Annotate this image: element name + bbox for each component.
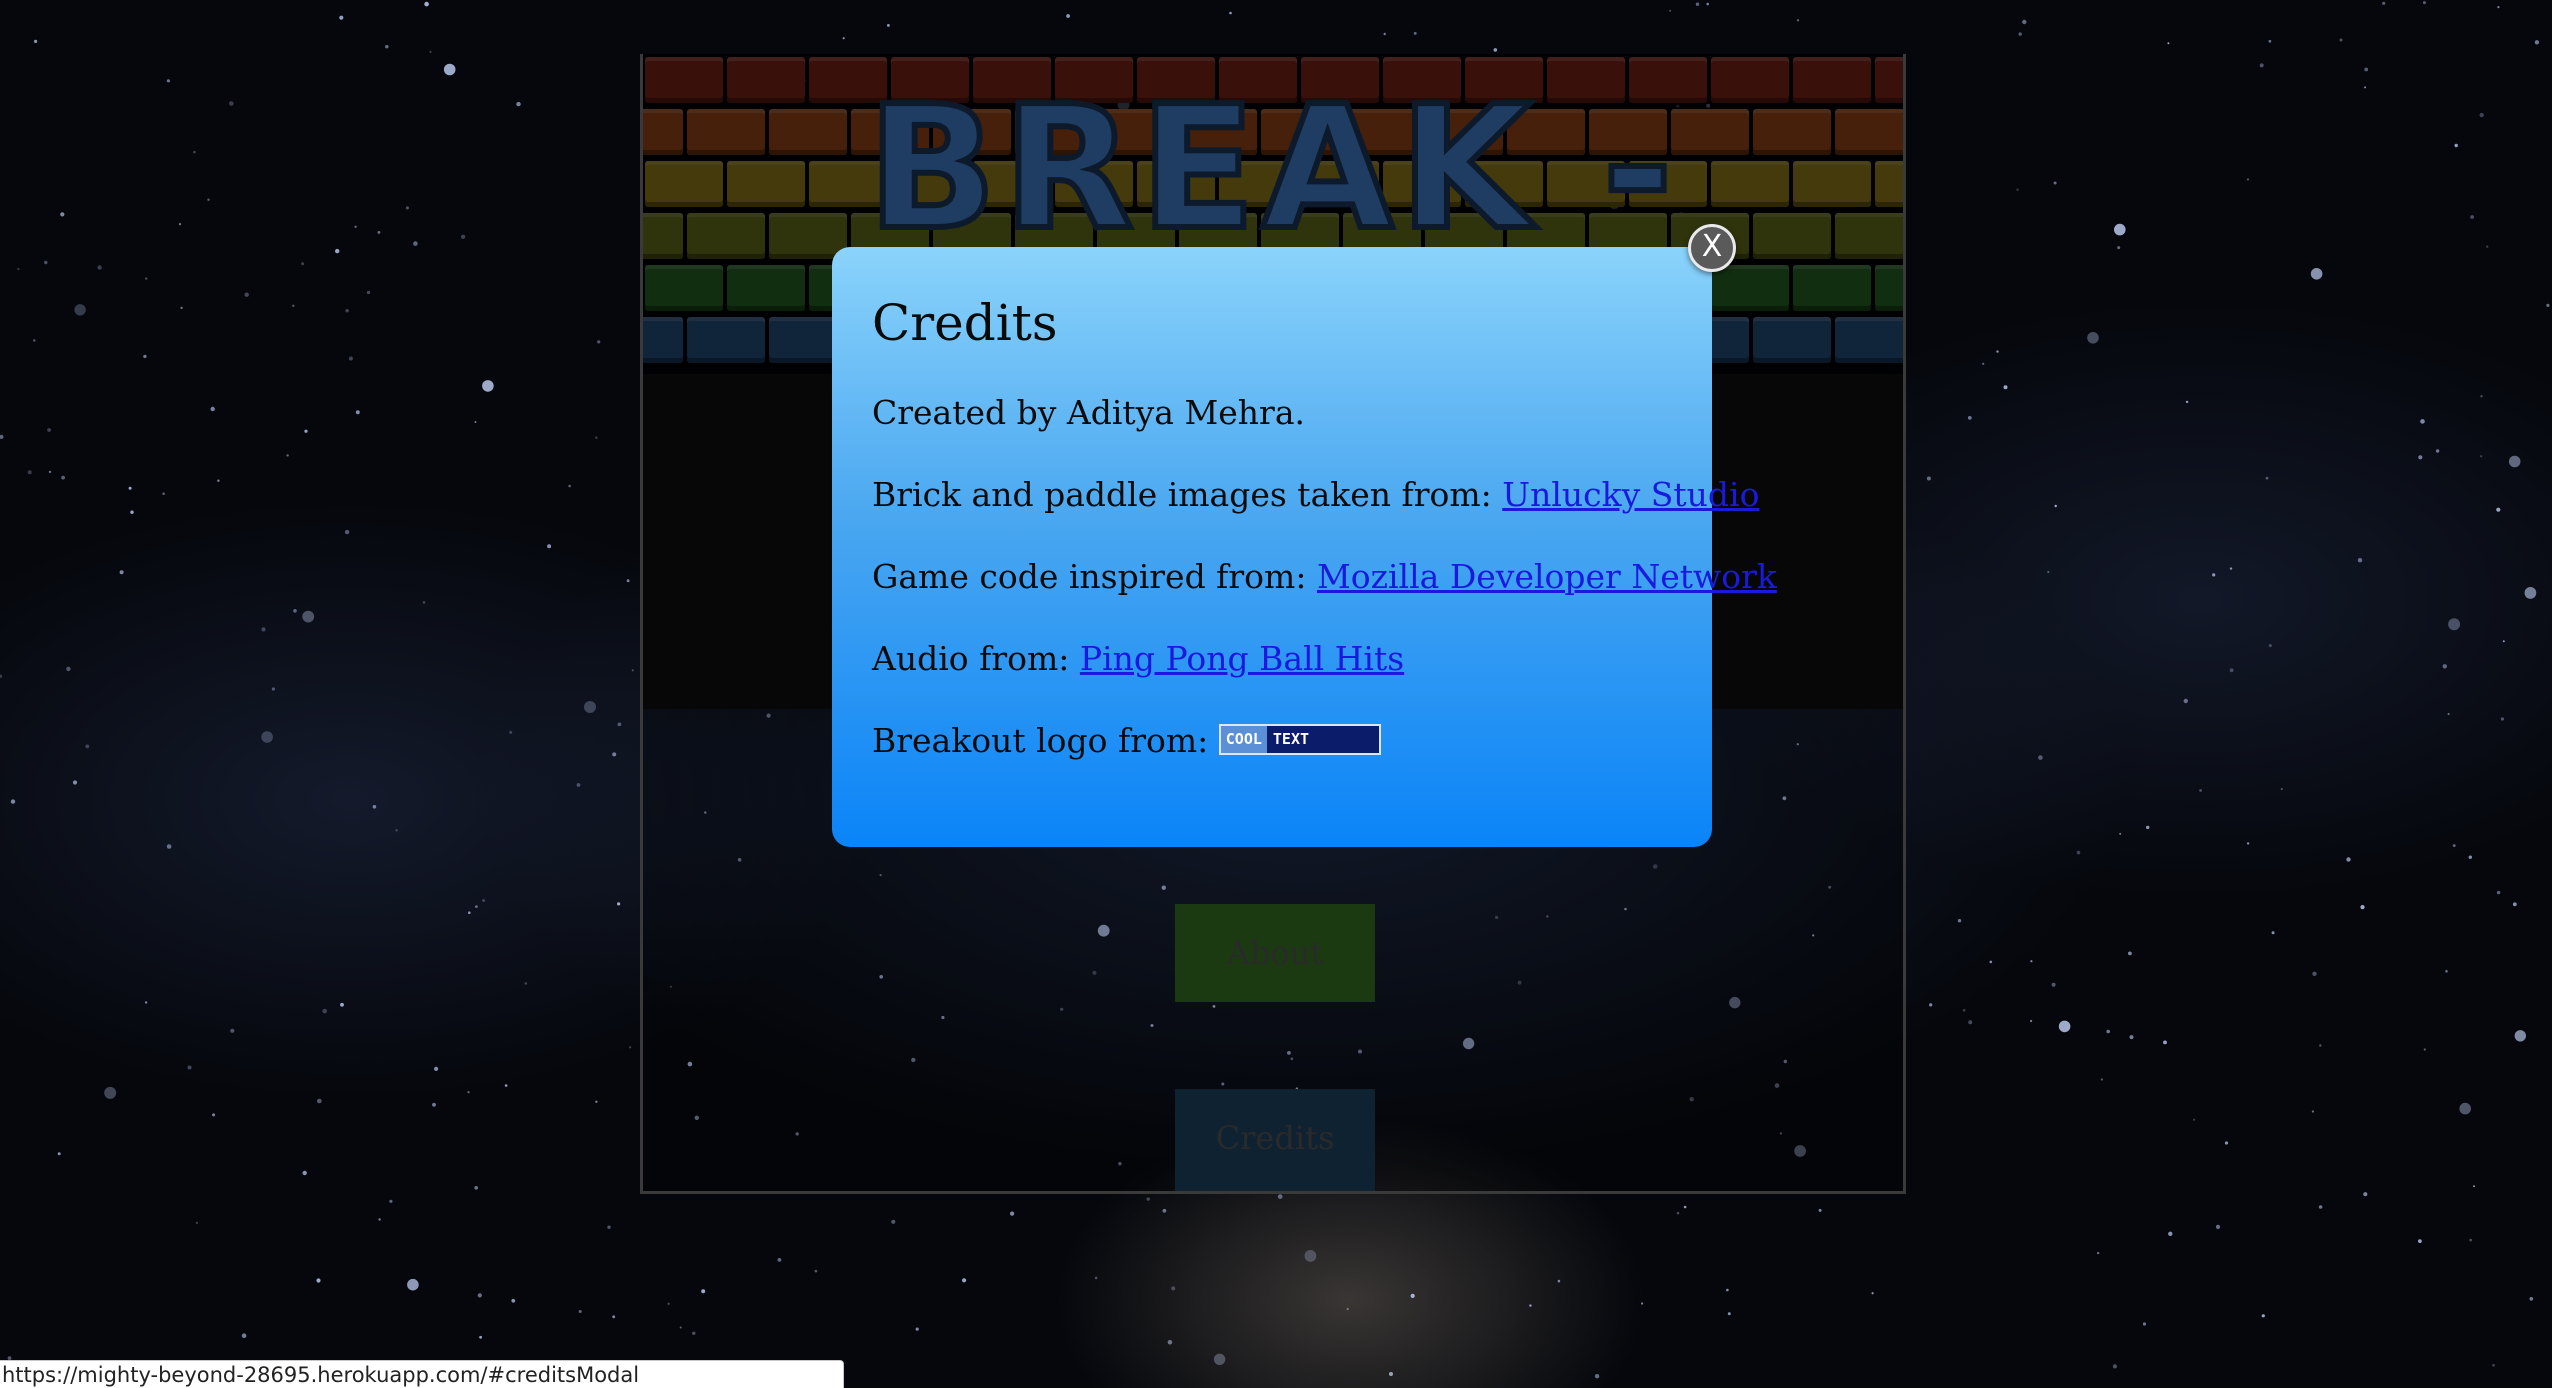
code-credit-text: Game code inspired from: [872,557,1307,596]
created-by-line: Created by Aditya Mehra. [872,393,1672,433]
cooltext-badge-text: TEXT [1272,729,1310,748]
ping-pong-link[interactable]: Ping Pong Ball Hits [1080,639,1404,678]
created-by-text: Created by Aditya Mehra. [872,393,1305,432]
modal-title: Credits [872,294,1058,352]
audio-credit-line: Audio from: Ping Pong Ball Hits [872,639,1672,679]
unlucky-studio-link[interactable]: Unlucky Studio [1502,475,1759,514]
cooltext-badge-cool: COOL [1220,725,1267,753]
logo-credit-text: Breakout logo from: [872,721,1209,760]
logo-credit-line: Breakout logo from: COOL TEXT [872,721,1672,761]
audio-credit-text: Audio from: [872,639,1070,678]
cooltext-badge-link[interactable]: COOL TEXT [1218,723,1381,755]
close-icon[interactable]: X [1688,224,1736,272]
credits-modal: Credits Created by Aditya Mehra. Brick a… [832,247,1777,847]
bricks-credit-text: Brick and paddle images taken from: [872,475,1492,514]
mdn-link[interactable]: Mozilla Developer Network [1317,557,1777,596]
status-bar-url: https://mighty-beyond-28695.herokuapp.co… [0,1360,844,1388]
bricks-credit-line: Brick and paddle images taken from: Unlu… [872,475,1759,515]
page: BREAK - OUT About Credits Credits Create… [0,0,2552,1388]
code-credit-line: Game code inspired from: Mozilla Develop… [872,557,1777,597]
